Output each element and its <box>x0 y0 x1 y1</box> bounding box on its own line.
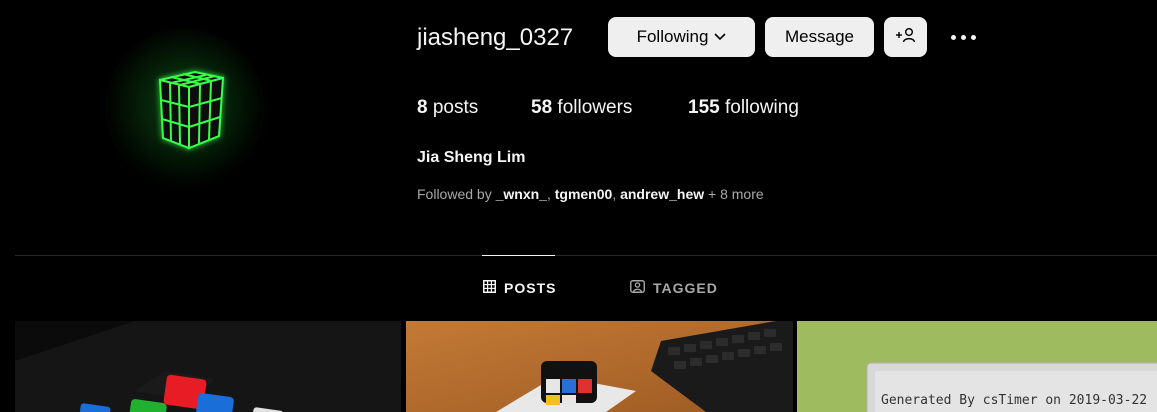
tagged-icon <box>630 280 645 296</box>
following-stat-label: following <box>724 97 799 118</box>
followers-label: followers <box>557 97 633 118</box>
following-label: Following <box>636 27 709 46</box>
profile-avatar[interactable] <box>105 28 265 188</box>
active-tab-indicator <box>482 255 555 256</box>
followed-by-account[interactable]: tgmen00 <box>555 186 613 202</box>
profile-full-name: Jia Sheng Lim <box>417 149 526 166</box>
tab-posts-label: POSTS <box>504 280 557 296</box>
glowing-cube-icon <box>158 70 225 150</box>
tab-posts[interactable]: POSTS <box>483 280 556 296</box>
profile-username: jiasheng_0327 <box>417 24 574 51</box>
posts-stat: 8 posts <box>417 96 478 120</box>
followed-by-account[interactable]: _wnxn_ <box>496 186 547 202</box>
followed-by-prefix: Followed by <box>417 186 492 202</box>
more-options-icon[interactable] <box>946 27 980 47</box>
post-thumbnail[interactable]: Generated By csTimer on 2019-03-22 <box>797 321 1157 412</box>
chevron-down-icon <box>714 33 726 41</box>
grid-icon <box>483 280 496 296</box>
desk-keyboard-cube-photo-icon <box>406 321 793 412</box>
posts-label: posts <box>432 97 479 118</box>
followed-by-text[interactable]: Followed by _wnxn_, tgmen00, andrew_hew … <box>417 186 764 202</box>
message-button[interactable]: Message <box>765 17 874 57</box>
tabs-divider <box>15 255 1157 256</box>
followed-by-account[interactable]: andrew_hew <box>620 186 704 202</box>
suggest-users-button[interactable] <box>884 17 927 57</box>
followed-by-more: + 8 more <box>708 186 764 202</box>
followers-count: 58 <box>531 97 553 118</box>
tab-tagged-label: TAGGED <box>653 280 718 296</box>
post-thumbnail[interactable] <box>406 321 793 412</box>
add-user-icon <box>895 27 917 48</box>
posts-count: 8 <box>417 97 428 118</box>
following-button[interactable]: Following <box>608 17 755 57</box>
post-thumbnail[interactable] <box>15 321 401 412</box>
tab-tagged[interactable]: TAGGED <box>630 280 718 296</box>
followers-stat[interactable]: 58 followers <box>531 96 632 120</box>
following-stat[interactable]: 155 following <box>688 96 799 120</box>
following-count: 155 <box>688 97 720 118</box>
message-label: Message <box>785 27 854 46</box>
cstimer-printout-text: Generated By csTimer on 2019-03-22 <box>881 393 1148 408</box>
rubiks-cube-photo-icon <box>15 321 401 412</box>
